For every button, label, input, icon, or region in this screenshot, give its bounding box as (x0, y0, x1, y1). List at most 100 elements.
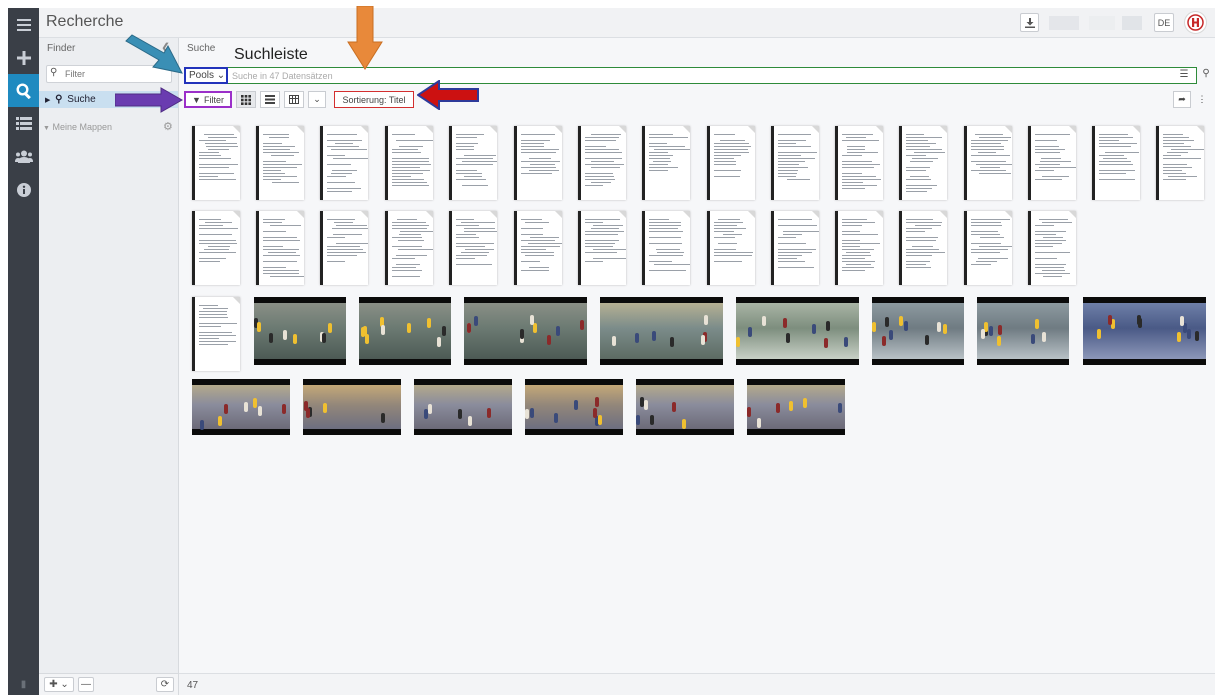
filter-button[interactable]: ▼ Filter (184, 91, 232, 108)
share-icon[interactable]: ➦ (1173, 91, 1191, 108)
document-thumbnail[interactable] (642, 126, 690, 200)
document-thumbnail[interactable] (835, 211, 883, 285)
video-thumbnail[interactable] (303, 379, 401, 435)
pools-dropdown[interactable]: Pools ⌄ (184, 67, 228, 84)
document-thumbnail[interactable] (320, 126, 368, 200)
video-thumbnail[interactable] (525, 379, 623, 435)
language-button[interactable]: DE (1154, 13, 1174, 32)
my-folders-section[interactable]: ▼ Meine Mappen (43, 122, 112, 132)
document-thumbnail[interactable] (707, 126, 755, 200)
document-thumbnail[interactable] (899, 211, 947, 285)
info-icon[interactable] (8, 173, 39, 206)
university-seal-icon (1184, 11, 1207, 34)
annotation-suchleiste: Suchleiste (234, 46, 308, 63)
user-name-redacted (1049, 16, 1079, 30)
user-extra-redacted (1122, 16, 1142, 30)
document-thumbnail[interactable] (385, 211, 433, 285)
document-thumbnail[interactable] (578, 211, 626, 285)
video-thumbnail[interactable] (747, 379, 845, 435)
document-thumbnail[interactable] (964, 211, 1012, 285)
user-info-redacted (1089, 16, 1115, 30)
video-thumbnail[interactable] (636, 379, 734, 435)
more-vertical-icon[interactable]: ⋮ (1195, 91, 1209, 108)
caret-right-icon: ▶ (45, 97, 51, 104)
video-thumbnail[interactable] (977, 297, 1069, 365)
sort-button[interactable]: Sortierung: Titel (334, 91, 414, 108)
document-thumbnail[interactable] (192, 126, 240, 200)
download-icon[interactable] (1020, 13, 1039, 32)
pools-label: Pools (189, 70, 215, 81)
search-input[interactable] (232, 69, 1132, 82)
gear-icon[interactable]: ⚙ (163, 120, 173, 133)
document-thumbnail[interactable] (1156, 126, 1204, 200)
result-count: 47 (187, 680, 199, 691)
document-thumbnail[interactable] (192, 297, 240, 371)
video-thumbnail[interactable] (600, 297, 723, 365)
list-view-icon[interactable] (260, 91, 280, 108)
grid-view-icon[interactable] (236, 91, 256, 108)
filter-label: Filter (203, 94, 224, 105)
document-thumbnail[interactable] (835, 126, 883, 200)
document-thumbnail[interactable] (256, 211, 304, 285)
document-thumbnail[interactable] (771, 211, 819, 285)
advanced-search-icon[interactable]: ☰ (1177, 69, 1191, 82)
left-rail: ▮ (8, 8, 39, 695)
my-folders-label: Meine Mappen (52, 122, 112, 132)
document-thumbnail[interactable] (320, 211, 368, 285)
document-thumbnail[interactable] (256, 126, 304, 200)
video-thumbnail[interactable] (736, 297, 859, 365)
refresh-icon[interactable]: ⟳ (156, 677, 174, 692)
app-header: Recherche DE (39, 8, 1215, 38)
document-thumbnail[interactable] (385, 126, 433, 200)
menu-icon[interactable] (8, 8, 39, 41)
orange-arrow-icon (347, 6, 383, 70)
document-thumbnail[interactable] (642, 211, 690, 285)
search-icon[interactable] (8, 74, 39, 107)
teal-arrow-icon (125, 34, 183, 74)
users-icon[interactable] (8, 140, 39, 173)
finder-label: Finder (47, 43, 76, 54)
page-title: Recherche (46, 13, 124, 30)
video-thumbnail[interactable] (872, 297, 964, 365)
app-window: ▮ Recherche DE Finder ❮ ⚲ ▶ ⚲ Suche ▼ Me… (0, 0, 1215, 695)
document-thumbnail[interactable] (964, 126, 1012, 200)
status-bar: 47 (179, 673, 1215, 695)
document-thumbnail[interactable] (449, 126, 497, 200)
view-options-chevron-icon[interactable]: ⌄ (308, 91, 326, 108)
search-icon: ⚲ (55, 94, 63, 105)
chevron-down-icon: ⌄ (216, 70, 226, 81)
remove-button[interactable]: — (78, 677, 94, 692)
search-icon: ⚲ (50, 67, 58, 78)
video-thumbnail[interactable] (414, 379, 512, 435)
caret-down-icon: ▼ (43, 125, 50, 132)
list-icon[interactable] (8, 107, 39, 140)
document-thumbnail[interactable] (192, 211, 240, 285)
logo-icon: ▮ (20, 678, 27, 690)
document-thumbnail[interactable] (707, 211, 755, 285)
finder-footer: ✚ ⌄ — ⟳ (39, 673, 178, 695)
video-thumbnail[interactable] (464, 297, 587, 365)
finder-item-label: Suche (67, 94, 96, 105)
purple-arrow-icon (115, 87, 183, 113)
document-thumbnail[interactable] (1028, 126, 1076, 200)
main-label: Suche (187, 43, 216, 54)
document-thumbnail[interactable] (514, 211, 562, 285)
video-thumbnail[interactable] (1083, 297, 1206, 365)
document-thumbnail[interactable] (1028, 211, 1076, 285)
document-thumbnail[interactable] (449, 211, 497, 285)
video-thumbnail[interactable] (192, 379, 290, 435)
video-thumbnail[interactable] (254, 297, 346, 365)
main-panel: Suche Suchleiste Pools ⌄ ☰ ⚲ ▼ Filter ⌄ … (179, 38, 1215, 695)
video-thumbnail[interactable] (359, 297, 451, 365)
document-thumbnail[interactable] (1092, 126, 1140, 200)
document-thumbnail[interactable] (771, 126, 819, 200)
add-dropdown-button[interactable]: ✚ ⌄ (44, 677, 74, 692)
document-thumbnail[interactable] (578, 126, 626, 200)
document-thumbnail[interactable] (899, 126, 947, 200)
finder-panel: Finder ❮ ⚲ ▶ ⚲ Suche ▼ Meine Mappen ⚙ ✚ … (39, 38, 179, 695)
plus-icon[interactable] (8, 41, 39, 74)
table-view-icon[interactable] (284, 91, 304, 108)
funnel-icon: ▼ (192, 94, 201, 105)
document-thumbnail[interactable] (514, 126, 562, 200)
search-button-icon[interactable]: ⚲ (1199, 68, 1213, 83)
